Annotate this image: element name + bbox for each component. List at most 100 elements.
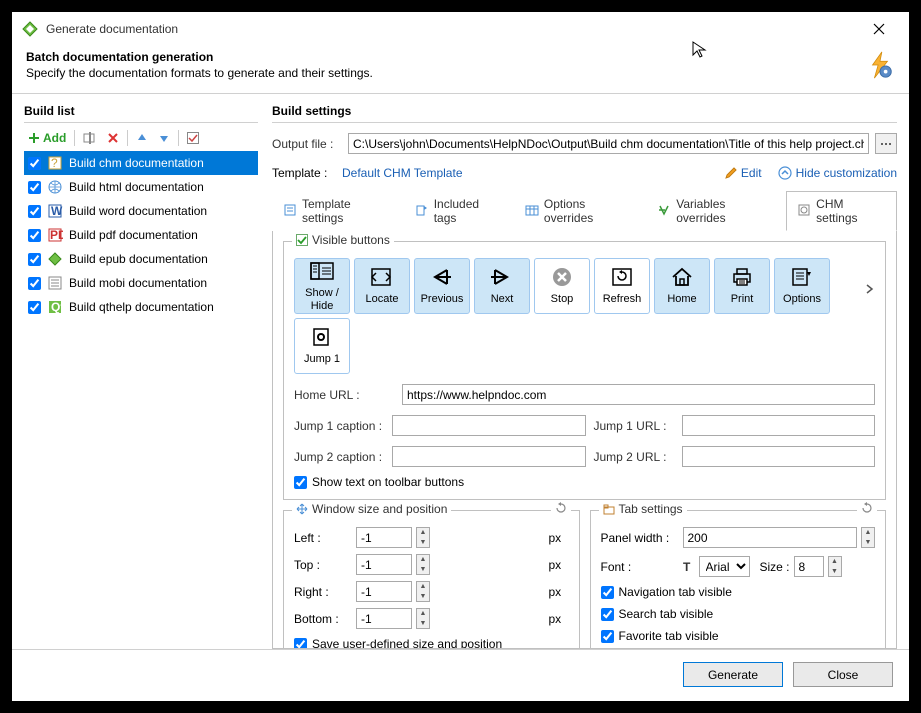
tab-options-overrides[interactable]: Options overrides <box>514 191 646 231</box>
chm-settings-content: Visible buttons Show / HideLocatePreviou… <box>272 231 897 649</box>
tab-icon <box>603 503 615 515</box>
word-icon: W <box>47 203 63 219</box>
svg-text:T: T <box>683 561 691 573</box>
build-item-word[interactable]: WBuild word documentation <box>24 199 258 223</box>
vis-btn-stop[interactable]: Stop <box>534 258 590 314</box>
window-size-fieldset: Window size and position Left : ▲▼ px To… <box>283 510 580 649</box>
jump1-caption-input[interactable] <box>392 415 586 436</box>
tab-template-settings[interactable]: Template settings <box>272 191 404 231</box>
jump2-url-input[interactable] <box>682 446 876 467</box>
check-all-button[interactable] <box>183 130 203 146</box>
nav-tab-checkbox[interactable] <box>601 586 614 599</box>
show-text-checkbox[interactable] <box>294 476 307 489</box>
left-spinner[interactable]: ▲▼ <box>356 527 543 548</box>
build-item-label: Build epub documentation <box>69 252 208 266</box>
build-item-pdf[interactable]: PDFBuild pdf documentation <box>24 223 258 247</box>
close-button[interactable] <box>859 15 899 43</box>
build-item-epub[interactable]: Build epub documentation <box>24 247 258 271</box>
tab-chm-settings[interactable]: CHM settings <box>786 191 897 231</box>
close-footer-button[interactable]: Close <box>793 662 893 687</box>
epub-icon <box>47 251 63 267</box>
add-button[interactable]: Add <box>24 129 70 147</box>
build-list: ? Build chm documentation Build html docum… <box>24 151 258 649</box>
right-spinner[interactable]: ▲▼ <box>356 581 543 602</box>
bottom-fieldsets: Window size and position Left : ▲▼ px To… <box>283 510 886 649</box>
bottom-label: Bottom : <box>294 612 350 626</box>
header-description: Batch documentation generation Specify t… <box>12 46 909 93</box>
build-list-toolbar: Add <box>24 127 258 151</box>
show-text-checkbox-row: Show text on toolbar buttons <box>294 475 875 489</box>
jump1-caption-label: Jump 1 caption : <box>294 419 384 433</box>
check-icon <box>296 234 308 246</box>
bottom-spinner[interactable]: ▲▼ <box>356 608 543 629</box>
build-item-checkbox[interactable] <box>28 301 41 314</box>
hide-customization-link[interactable]: Hide customization <box>778 166 897 180</box>
move-up-button[interactable] <box>132 130 152 146</box>
tab-included-tags[interactable]: Included tags <box>404 191 514 231</box>
jump2-caption-label: Jump 2 caption : <box>294 450 384 464</box>
vis-btn-icon <box>369 266 395 291</box>
top-label: Top : <box>294 558 350 572</box>
panel-width-spinner[interactable]: ▲▼ <box>683 527 876 548</box>
build-item-checkbox[interactable] <box>28 277 41 290</box>
top-spinner[interactable]: ▲▼ <box>356 554 543 575</box>
browse-button[interactable] <box>875 133 897 154</box>
vis-btn-icon <box>729 266 755 291</box>
vis-btn-show-hide[interactable]: Show / Hide <box>294 258 350 314</box>
move-down-button[interactable] <box>154 130 174 146</box>
vis-btn-jump-1[interactable]: Jump 1 <box>294 318 350 374</box>
vis-btn-refresh[interactable]: Refresh <box>594 258 650 314</box>
tab-settings-fieldset: Tab settings Panel width : ▲▼ Font : T A… <box>590 510 887 649</box>
rename-button[interactable] <box>79 130 101 146</box>
font-label: Font : <box>601 560 677 574</box>
build-item-label: Build chm documentation <box>69 156 204 170</box>
titlebar: Generate documentation <box>12 12 909 46</box>
build-item-html[interactable]: Build html documentation <box>24 175 258 199</box>
vis-btn-previous[interactable]: Previous <box>414 258 470 314</box>
generate-button[interactable]: Generate <box>683 662 783 687</box>
build-item-checkbox[interactable] <box>28 181 41 194</box>
build-item-checkbox[interactable] <box>28 253 41 266</box>
font-size-spinner[interactable]: ▲▼ <box>794 556 842 577</box>
font-select[interactable]: Arial <box>699 556 750 577</box>
svg-text:Qt: Qt <box>51 300 63 314</box>
visible-buttons-legend: Visible buttons <box>292 233 394 247</box>
vis-btn-print[interactable]: Print <box>714 258 770 314</box>
fav-tab-checkbox[interactable] <box>601 630 614 643</box>
more-buttons-chevron[interactable] <box>859 282 881 296</box>
vis-btn-home[interactable]: Home <box>654 258 710 314</box>
home-url-input[interactable] <box>402 384 875 405</box>
output-file-input[interactable] <box>348 133 869 154</box>
reset-tab-icon[interactable] <box>857 502 877 517</box>
jump1-url-label: Jump 1 URL : <box>594 419 674 433</box>
vis-btn-options[interactable]: Options <box>774 258 830 314</box>
pdf-icon: PDF <box>47 227 63 243</box>
template-link[interactable]: Default CHM Template <box>342 166 463 180</box>
jump1-url-input[interactable] <box>682 415 876 436</box>
build-item-checkbox[interactable] <box>28 229 41 242</box>
vis-btn-icon <box>309 260 335 285</box>
build-item-qthelp[interactable]: QtBuild qthelp documentation <box>24 295 258 319</box>
chevron-up-circle-icon <box>778 166 792 180</box>
reset-window-icon[interactable] <box>551 502 571 517</box>
vis-btn-locate[interactable]: Locate <box>354 258 410 314</box>
delete-button[interactable] <box>103 130 123 146</box>
window-title: Generate documentation <box>46 22 859 36</box>
build-item-checkbox[interactable] <box>28 205 41 218</box>
tab-variables-overrides[interactable]: Variables overrides <box>646 191 786 231</box>
search-tab-checkbox[interactable] <box>601 608 614 621</box>
build-list-panel: Build list Add ? Build chm documentation B… <box>24 104 258 649</box>
template-label: Template : <box>272 166 342 180</box>
vis-btn-next[interactable]: Next <box>474 258 530 314</box>
vis-btn-icon <box>489 266 515 291</box>
build-item-checkbox[interactable] <box>28 157 41 170</box>
edit-link[interactable]: Edit <box>725 166 762 180</box>
jump2-caption-input[interactable] <box>392 446 586 467</box>
build-item-chm[interactable]: ? Build chm documentation <box>24 151 258 175</box>
save-user-size-checkbox[interactable] <box>294 638 307 650</box>
svg-text:?: ? <box>51 156 58 170</box>
build-list-title: Build list <box>24 104 258 118</box>
build-item-mobi[interactable]: Build mobi documentation <box>24 271 258 295</box>
font-icon: T <box>683 561 695 573</box>
build-settings-title: Build settings <box>272 104 897 118</box>
